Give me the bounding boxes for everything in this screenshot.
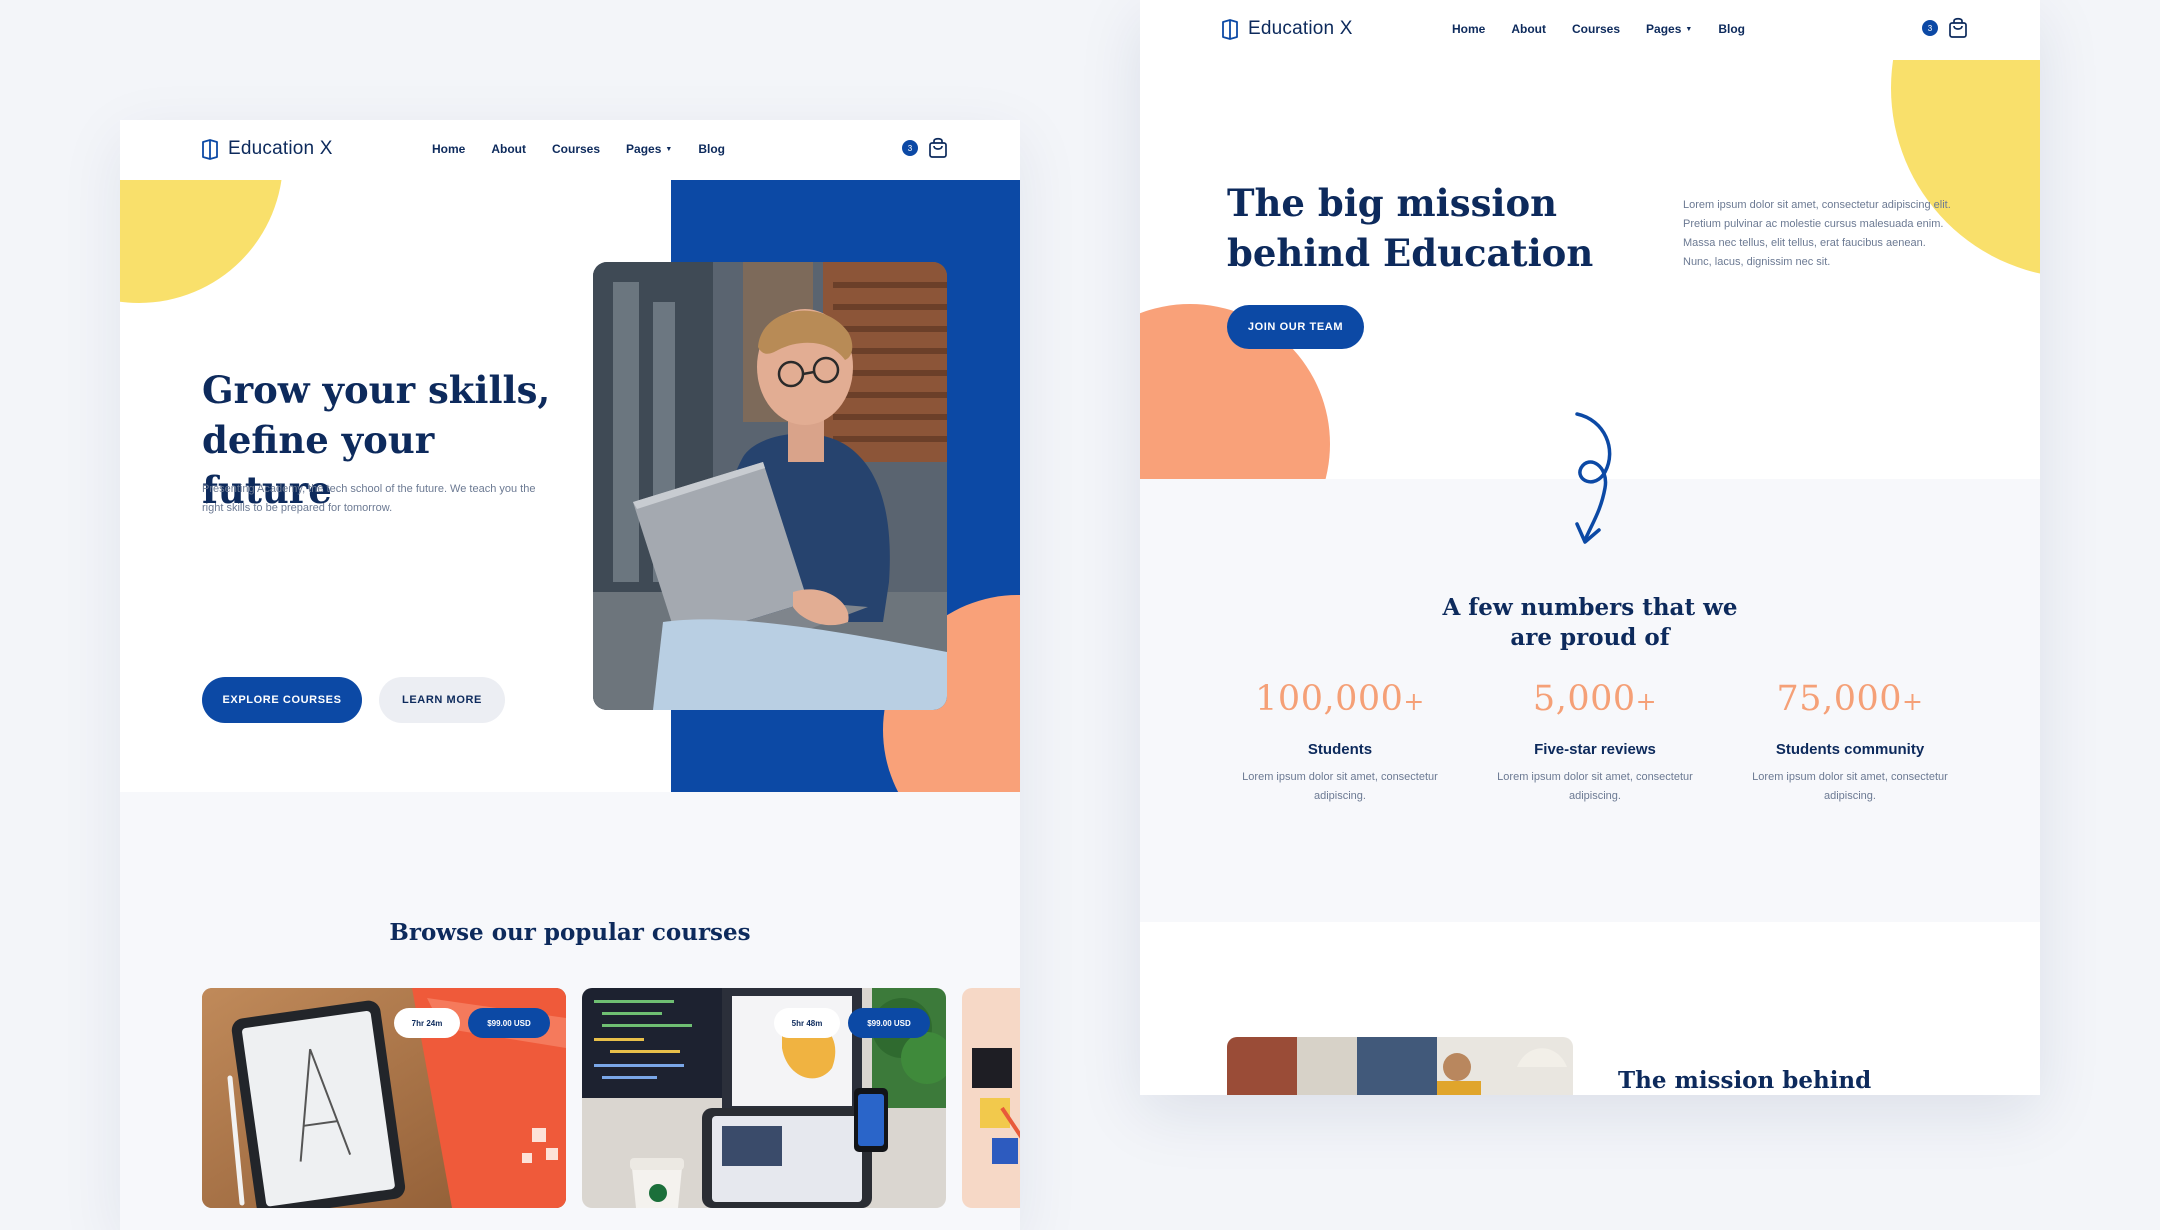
- join-our-team-button[interactable]: JOIN OUR TEAM: [1227, 305, 1364, 349]
- stat-description: Lorem ipsum dolor sit amet, consectetur …: [1752, 771, 1948, 802]
- cart-count-badge: 3: [902, 140, 918, 156]
- courses-section-title: Browse our popular courses: [389, 919, 751, 946]
- course-duration-badge: 7hr 24m: [394, 1008, 460, 1038]
- explore-courses-button[interactable]: EXPLORE COURSES: [202, 677, 362, 723]
- home-page-preview: Education X Home About Courses Pages ▼ Bl…: [120, 120, 1020, 1230]
- learn-more-button[interactable]: LEARN MORE: [379, 677, 505, 723]
- book-icon: [202, 139, 218, 160]
- about-page-preview: Education X Home About Courses Pages ▼ Bl…: [1140, 0, 2040, 1095]
- nav-about[interactable]: About: [1511, 22, 1546, 36]
- navbar: Education X Home About Courses Pages ▼ Bl…: [1140, 0, 2040, 60]
- course-price-badge: $99.00 USD: [468, 1008, 550, 1038]
- stat-suffix: +: [1403, 687, 1425, 716]
- course-thumbnail-design: [962, 988, 1020, 1208]
- shopping-bag-icon[interactable]: [1948, 17, 1968, 39]
- nav-about[interactable]: About: [491, 142, 526, 156]
- nav-blog[interactable]: Blog: [698, 142, 725, 156]
- brand-name: Education X: [228, 138, 333, 159]
- cart-area: 3: [1922, 17, 1968, 39]
- stat-number: 5,000: [1532, 679, 1636, 719]
- nav-courses[interactable]: Courses: [1572, 22, 1620, 36]
- logo[interactable]: Education X: [1220, 18, 1353, 40]
- stats-title: A few numbers that we are proud of: [1442, 594, 1738, 651]
- shopping-bag-icon[interactable]: [928, 137, 948, 159]
- nav-courses[interactable]: Courses: [552, 142, 600, 156]
- stat-suffix: +: [1902, 687, 1924, 716]
- stat-item: 75,000+ Students community Lorem ipsum d…: [1740, 679, 1960, 806]
- nav-home[interactable]: Home: [432, 142, 465, 156]
- hero-description: Presenting Academy, the tech school of t…: [202, 483, 536, 514]
- stat-value: 75,000+: [1740, 679, 1960, 719]
- stat-label: Students: [1307, 741, 1373, 758]
- chevron-down-icon: ▼: [665, 145, 673, 153]
- stat-item: 100,000+ Students Lorem ipsum dolor sit …: [1230, 679, 1450, 806]
- main-menu: Home About Courses Pages ▼ Blog: [432, 142, 725, 156]
- hero-student-photo: [593, 262, 947, 710]
- decor-yellow-circle: [120, 180, 283, 303]
- cart-area: 3: [902, 137, 948, 159]
- stat-number: 75,000: [1776, 679, 1902, 719]
- nav-pages[interactable]: Pages ▼: [1646, 22, 1692, 36]
- hero-section: Grow your skills, define your future Pre…: [120, 180, 1020, 792]
- stat-label: Five-star reviews: [1534, 741, 1656, 758]
- course-card[interactable]: 7hr 24m $99.00 USD: [202, 988, 566, 1208]
- popular-courses-section: Browse our popular courses 7hr 24m $99.0…: [120, 792, 1020, 1230]
- stat-item: 5,000+ Five-star reviews Lorem ipsum dol…: [1485, 679, 1705, 806]
- main-menu: Home About Courses Pages ▼ Blog: [1452, 22, 1745, 36]
- nav-home[interactable]: Home: [1452, 22, 1485, 36]
- course-card[interactable]: [962, 988, 1020, 1208]
- team-photo: [1227, 1037, 1573, 1095]
- stat-description: Lorem ipsum dolor sit amet, consectetur …: [1242, 771, 1438, 802]
- stat-suffix: +: [1635, 687, 1658, 716]
- stat-description: Lorem ipsum dolor sit amet, consectetur …: [1497, 771, 1693, 802]
- course-price-badge: $99.00 USD: [848, 1008, 930, 1038]
- nav-blog[interactable]: Blog: [1718, 22, 1745, 36]
- cart-count-badge: 3: [1922, 20, 1938, 36]
- nav-pages-label: Pages: [1646, 22, 1682, 36]
- chevron-down-icon: ▼: [1685, 25, 1693, 33]
- stat-value: 100,000+: [1230, 679, 1450, 719]
- stat-label: Students community: [1775, 741, 1925, 758]
- nav-pages-label: Pages: [626, 142, 662, 156]
- book-icon: [1222, 19, 1238, 40]
- mission-behind-section: The mission behind: [1140, 922, 2040, 1095]
- course-duration-badge: 5hr 48m: [774, 1008, 840, 1038]
- mission-title: The big mission behind Education: [1227, 181, 1594, 275]
- nav-pages[interactable]: Pages ▼: [626, 142, 672, 156]
- course-card[interactable]: 5hr 48m $99.00 USD: [582, 988, 946, 1208]
- logo[interactable]: Education X: [200, 138, 333, 160]
- decorative-squiggle-arrow-icon: [1575, 412, 1612, 544]
- brand-name: Education X: [1248, 18, 1353, 39]
- stat-number: 100,000: [1255, 679, 1404, 719]
- mission-behind-title: The mission behind: [1618, 1067, 1872, 1094]
- mission-description: Lorem ipsum dolor sit amet, consectetur …: [1683, 199, 1951, 268]
- navbar: Education X Home About Courses Pages ▼ Bl…: [120, 120, 1020, 180]
- stat-value: 5,000+: [1485, 679, 1705, 719]
